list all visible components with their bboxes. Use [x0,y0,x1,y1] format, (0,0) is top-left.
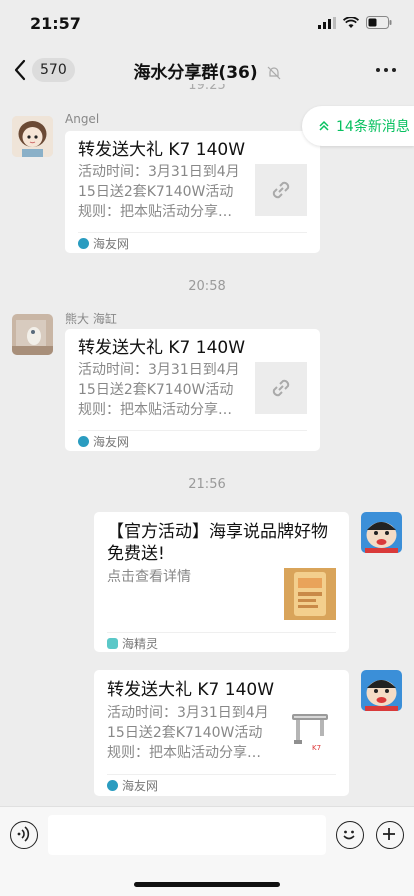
card-source: 海友网 [78,433,129,450]
signal-icon [318,16,336,29]
timestamp: 21:56 [188,477,226,492]
status-icons [318,16,392,29]
avatar-cartoon-icon [361,512,402,553]
card-title: 转发送大礼 K7 140W [78,140,246,160]
card-thumbnail [284,568,336,620]
card-source-label: 海友网 [93,435,130,449]
avatar[interactable] [361,512,402,553]
source-logo-icon [78,238,89,249]
card-source: 海精灵 [107,635,158,652]
card-thumbnail: K7 [284,706,336,758]
avatar[interactable] [361,670,402,711]
link-card[interactable]: 转发送大礼 K7 140W 活动时间：3月31日到4月 15日送2套K7140W… [65,131,320,253]
svg-text:K7: K7 [312,744,321,752]
card-source-label: 海友网 [93,237,130,251]
card-source: 海友网 [78,235,129,252]
link-icon [255,164,307,216]
card-desc-line: 活动时间：3月31日到4月 [107,705,269,721]
timestamp-cut: 19:25 [188,84,226,92]
new-messages-banner[interactable]: 14条新消息 [302,106,414,146]
link-card[interactable]: 转发送大礼 K7 140W 活动时间：3月31日到4月 15日送2套K7140W… [94,670,349,796]
card-desc-line: 活动时间：3月31日到4月 [78,362,240,378]
card-source-label: 海精灵 [122,637,159,651]
new-messages-label: 14条新消息 [336,119,410,135]
card-desc-line: 15日送2套K7140W活动 [78,184,234,200]
card-divider [107,632,336,633]
bell-off-icon [267,66,280,80]
avatar[interactable] [12,116,53,157]
link-icon [255,362,307,414]
more-dots-icon[interactable] [376,68,396,72]
link-card[interactable]: 【官方活动】海享说品牌好物 免费送! 点击查看详情 海精灵 [94,512,349,652]
card-title: 转发送大礼 K7 140W [78,338,246,358]
card-divider [107,774,336,775]
double-chevron-up-icon [319,120,329,131]
card-divider [78,232,307,233]
card-title: 转发送大礼 K7 140W [107,680,275,700]
voice-icon[interactable] [10,821,38,849]
card-source-label: 海友网 [122,779,159,793]
sender-name: Angel [65,112,100,126]
card-desc-line: 15日送2套K7140W活动 [107,725,263,741]
sender-name: 熊大 海缸 [65,312,117,326]
avatar-cartoon-icon [361,670,402,711]
chat-title-text: 海水分享群(36) [133,63,258,83]
link-card[interactable]: 转发送大礼 K7 140W 活动时间：3月31日到4月 15日送2套K7140W… [65,329,320,451]
chat-title: 海水分享群(36) [0,58,414,83]
card-title: 免费送! [107,544,165,564]
source-logo-icon [107,638,118,649]
card-desc-line: 规则：把本贴活动分享… [78,204,232,220]
home-indicator [134,882,280,887]
card-source: 海友网 [107,777,158,794]
status-time: 21:57 [30,14,81,33]
card-desc-line: 15日送2套K7140W活动 [78,382,234,398]
card-desc-line: 规则：把本贴活动分享… [107,745,261,761]
avatar-girl-icon [12,116,53,157]
card-divider [78,430,307,431]
card-desc-line: 活动时间：3月31日到4月 [78,164,240,180]
source-logo-icon [107,780,118,791]
plus-icon[interactable] [376,821,404,849]
source-logo-icon [78,436,89,447]
card-desc-line: 点击查看详情 [107,569,191,585]
battery-icon [366,16,392,29]
card-desc-line: 规则：把本贴活动分享… [78,402,232,418]
card-title: 【官方活动】海享说品牌好物 [107,522,328,542]
status-bar: 21:57 [0,0,414,48]
message-input[interactable] [48,815,326,855]
wifi-icon [343,16,359,28]
emoji-icon[interactable] [336,821,364,849]
timestamp: 20:58 [188,279,226,294]
avatar[interactable] [12,314,53,355]
avatar-aquarium-icon [12,314,53,355]
